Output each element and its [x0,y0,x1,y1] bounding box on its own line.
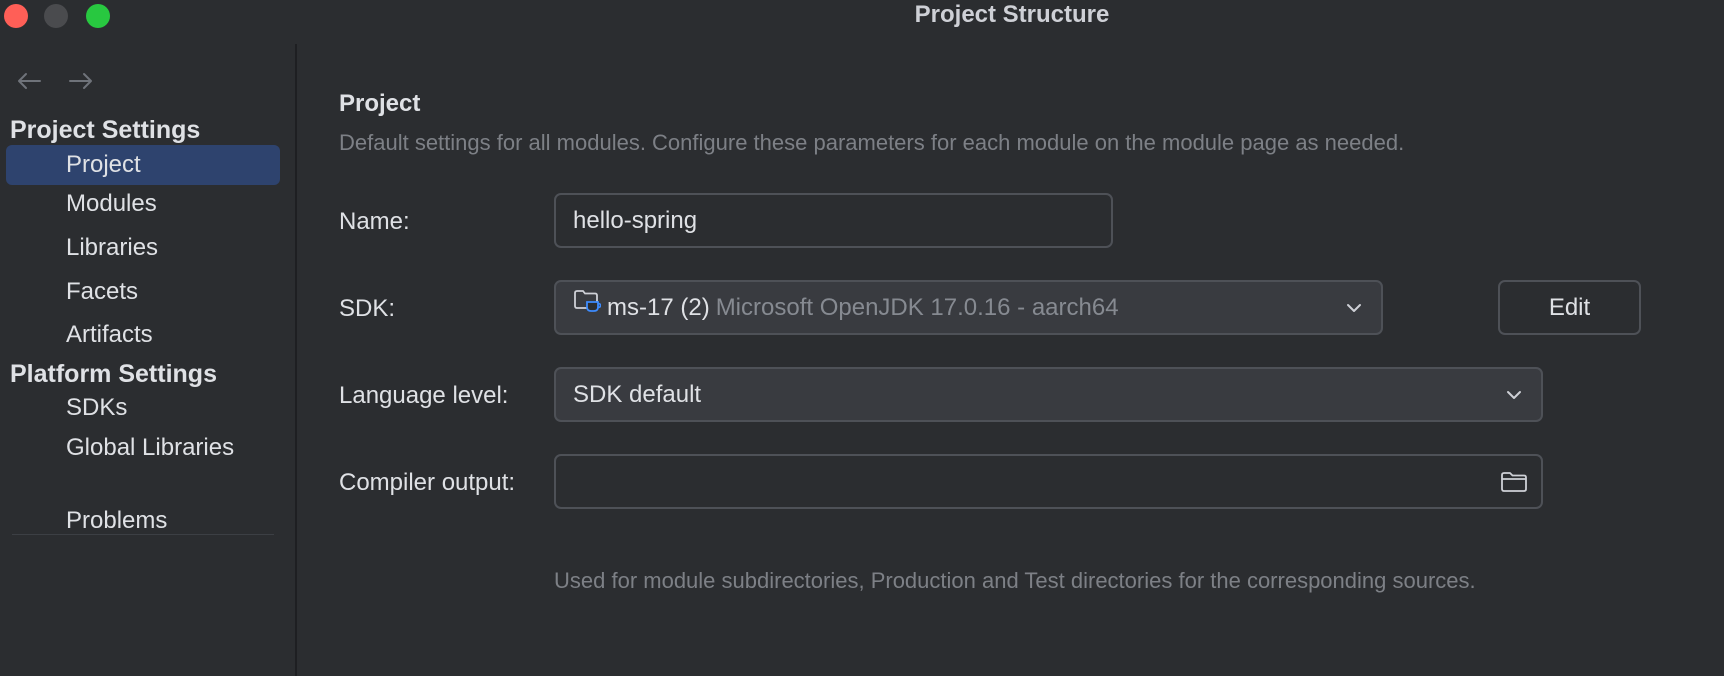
name-field[interactable]: hello-spring [554,193,1113,248]
page-description: Default settings for all modules. Config… [339,130,1405,155]
sidebar-item-artifacts[interactable]: Artifacts [6,315,280,355]
sdk-selected-name: ms-17 (2) [607,294,710,321]
sidebar-item-sdks[interactable]: SDKs [6,388,280,428]
back-button[interactable] [14,66,44,96]
language-level-selected: SDK default [573,381,702,408]
sidebar-item-facets[interactable]: Facets [6,272,280,312]
compiler-output-label: Compiler output: [339,469,516,496]
compiler-output-field[interactable] [554,454,1543,509]
folder-icon[interactable] [1499,467,1529,497]
sidebar-item-libraries[interactable]: Libraries [6,228,280,268]
chevron-down-icon [1347,304,1361,312]
sidebar-item-global-libraries[interactable]: Global Libraries [6,428,280,468]
arrow-left-icon [18,73,41,89]
language-level-label: Language level: [339,382,509,409]
arrow-right-icon [69,73,92,89]
sdk-edit-button[interactable]: Edit [1498,280,1641,335]
project-settings-header: Project Settings [10,116,201,144]
chevron-down-icon [1507,391,1521,399]
sdk-label: SDK: [339,295,396,322]
name-label: Name: [339,208,410,235]
sidebar-item-modules[interactable]: Modules [6,184,280,224]
sdk-selected-detail: Microsoft OpenJDK 17.0.16 - aarch64 [715,294,1119,321]
sidebar: Project Settings Project Modules Librari… [0,44,297,676]
title-bar: Project Structure [0,0,1724,32]
forward-button[interactable] [66,66,96,96]
window-title: Project Structure [914,1,1110,28]
jdk-folder-icon [573,281,602,332]
platform-settings-header: Platform Settings [10,360,217,388]
history-navigation [14,66,96,96]
language-level-combobox[interactable]: SDK default [554,367,1543,422]
project-structure-window: Project Structure Project Settings Proje… [0,0,1724,676]
project-settings-panel: Project Default settings for all modules… [299,44,1724,676]
sidebar-item-problems[interactable]: Problems [6,501,280,541]
sidebar-item-project[interactable]: Project [6,145,280,185]
page-title: Project [339,90,421,117]
sdk-combobox[interactable]: ms-17 (2) Microsoft OpenJDK 17.0.16 - aar… [554,280,1383,335]
compiler-output-hint: Used for module subdirectories, Producti… [554,568,1476,593]
